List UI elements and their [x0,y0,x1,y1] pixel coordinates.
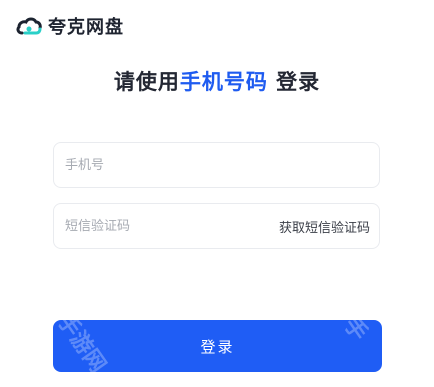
phone-field [53,142,380,188]
title-accent: 手机号码 [179,70,268,94]
brand-name: 夸克网盘 [48,17,124,38]
login-button[interactable]: 登录 [53,320,382,372]
page-title: 请使用手机号码 登录 [0,66,434,96]
brand-header: 夸克网盘 [16,12,124,40]
sms-code-field: 获取短信验证码 [53,203,380,249]
sms-code-input[interactable] [54,204,279,248]
get-sms-code-button[interactable]: 获取短信验证码 [279,217,379,236]
title-suffix: 登录 [267,70,321,94]
phone-input[interactable] [54,143,379,187]
title-prefix: 请使用 [113,70,180,94]
cloud-logo-icon [16,17,42,35]
login-page: 夸克网盘 请使用手机号码 登录 获取短信验证码 登录 手游网 手 [0,0,434,387]
login-button-label: 登录 [200,337,235,356]
